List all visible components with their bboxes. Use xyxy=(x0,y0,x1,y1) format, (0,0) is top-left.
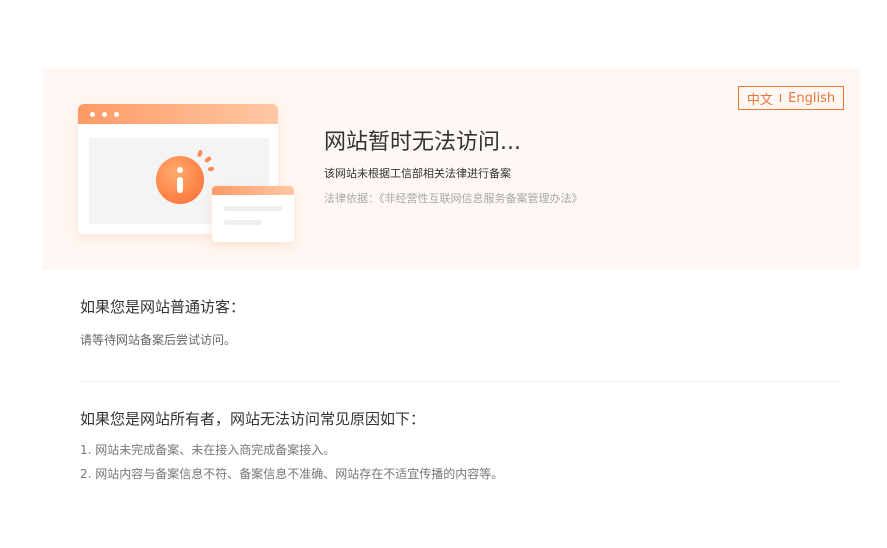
legal-basis: 法律依据：《非经营性互联网信息服务备案管理办法》 xyxy=(324,192,583,205)
list-item: 1. 网站未完成备案、未在接入商完成备案接入。 xyxy=(80,443,336,457)
language-switch: 中文 I English xyxy=(738,86,844,110)
page-title: 网站暂时无法访问... xyxy=(324,130,521,155)
notice-subtitle: 该网站未根据工信部相关法律进行备案 xyxy=(324,167,511,180)
lang-english-link[interactable]: English xyxy=(788,91,835,106)
window-dot xyxy=(114,112,119,117)
visitor-text: 请等待网站备案后尝试访问。 xyxy=(80,333,237,347)
visitor-heading: 如果您是网站普通访客： xyxy=(80,298,246,316)
browser-illustration xyxy=(76,104,296,244)
popup-line xyxy=(224,220,262,225)
window-dot xyxy=(90,112,95,117)
popup-line xyxy=(224,206,282,211)
reasons-list: 1. 网站未完成备案、未在接入商完成备案接入。 2. 网站内容与备案信息不符、备… xyxy=(80,441,503,489)
info-icon xyxy=(156,156,204,204)
list-item: 2. 网站内容与备案信息不符、备案信息不准确、网站存在不适宜传播的内容等。 xyxy=(80,467,504,481)
owner-heading: 如果您是网站所有者，网站无法访问常见原因如下： xyxy=(80,410,426,428)
lang-separator: I xyxy=(778,91,783,105)
lang-chinese-link[interactable]: 中文 xyxy=(747,89,773,108)
window-dot xyxy=(102,112,107,117)
window-titlebar xyxy=(78,104,278,124)
popup-titlebar xyxy=(212,186,294,195)
popup-window-graphic xyxy=(212,186,294,242)
section-divider xyxy=(80,381,840,382)
page: 中文 I English 网站暂时无法访问... 该网站未根据工信部相关法律进行… xyxy=(0,0,887,548)
